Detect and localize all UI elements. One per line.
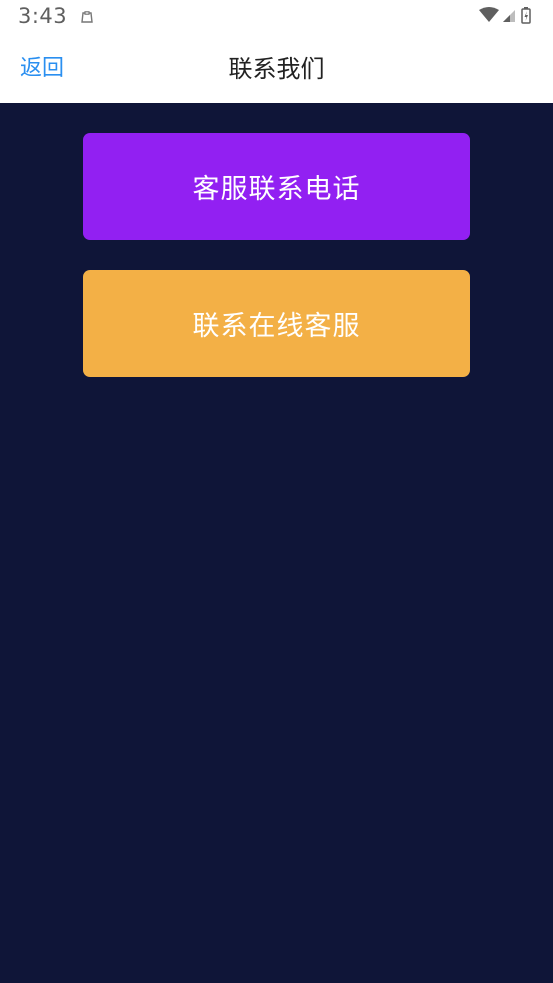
online-customer-service-label: 联系在线客服 <box>192 311 361 342</box>
online-customer-service-button[interactable]: 联系在线客服 <box>83 270 470 377</box>
customer-service-phone-label: 客服联系电话 <box>192 174 361 205</box>
status-icons <box>479 6 539 26</box>
status-time: 3:43 <box>18 4 68 28</box>
main-content: 客服联系电话 联系在线客服 <box>0 103 553 983</box>
battery-icon <box>521 7 531 24</box>
signal-icon <box>503 10 515 22</box>
wifi-icon <box>479 7 499 22</box>
page-title: 联系我们 <box>228 55 325 83</box>
status-bar: 3:43 <box>0 0 553 33</box>
customer-service-phone-button[interactable]: 客服联系电话 <box>83 133 470 240</box>
nav-bar: 返回 联系我们 <box>0 33 553 103</box>
clipboard-icon <box>80 9 94 23</box>
